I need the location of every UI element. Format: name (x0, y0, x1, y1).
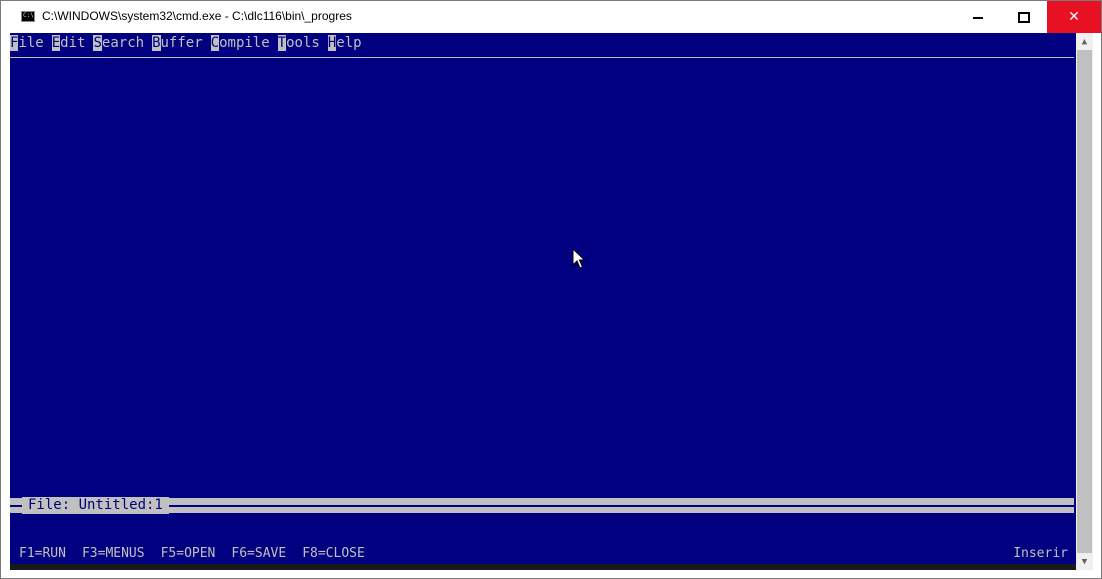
menu-edit[interactable]: Edit (51, 34, 86, 52)
close-button[interactable]: ✕ (1047, 1, 1101, 33)
function-key-bar: F1=RUN F3=MENUS F5=OPEN F6=SAVE F8=CLOSE (19, 546, 381, 561)
menu-tools[interactable]: Tools (277, 34, 320, 52)
menu-edit-label: dit (60, 35, 86, 51)
buffer-file-label: File: Untitled:1 (22, 497, 169, 514)
menu-buffer[interactable]: Buffer (152, 34, 203, 52)
title-bar[interactable]: C:\ C:\WINDOWS\system32\cmd.exe - C:\dlc… (1, 1, 1101, 33)
menu-buffer-hotkey: B (152, 35, 161, 51)
fkey-close[interactable]: F8=CLOSE (302, 546, 365, 561)
menu-compile[interactable]: Compile (210, 34, 270, 52)
menu-search[interactable]: Search (93, 34, 144, 52)
minimize-icon (973, 17, 983, 19)
menu-buffer-label: uffer (160, 35, 203, 51)
menu-compile-label: ompile (219, 35, 270, 51)
insert-mode-indicator: Inserir (1013, 546, 1068, 561)
menu-tools-label: ools (286, 35, 320, 51)
vertical-scrollbar[interactable]: ▲ ▼ (1076, 33, 1093, 570)
maximize-button[interactable] (1001, 1, 1047, 33)
menu-file-label: ile (18, 35, 44, 51)
menu-help-hotkey: H (327, 35, 337, 51)
console-window: C:\ C:\WINDOWS\system32\cmd.exe - C:\dlc… (0, 0, 1102, 579)
menu-search-hotkey: S (93, 35, 102, 51)
fkey-open[interactable]: F5=OPEN (161, 546, 216, 561)
maximize-icon (1018, 11, 1030, 23)
fkey-save[interactable]: F6=SAVE (231, 546, 286, 561)
menu-help-label: elp (336, 35, 362, 51)
menu-bar: File Edit Search Buffer Compile Tools He… (10, 34, 370, 52)
cmd-icon[interactable]: C:\ (21, 11, 35, 22)
scroll-up-icon[interactable]: ▲ (1076, 33, 1093, 50)
menu-search-label: earch (101, 35, 145, 51)
close-icon: ✕ (1068, 9, 1080, 25)
scroll-down-icon[interactable]: ▼ (1076, 553, 1093, 570)
menu-divider (10, 57, 1074, 58)
minimize-button[interactable] (955, 1, 1001, 33)
menu-compile-hotkey: C (210, 35, 220, 51)
menu-edit-hotkey: E (51, 35, 61, 51)
status-divider (10, 505, 1074, 507)
scroll-thumb[interactable] (1077, 50, 1092, 553)
menu-tools-hotkey: T (277, 35, 287, 51)
menu-help[interactable]: Help (327, 34, 362, 52)
menu-file[interactable]: File (10, 34, 44, 52)
fkey-menus[interactable]: F3=MENUS (82, 546, 145, 561)
editor-console[interactable]: File Edit Search Buffer Compile Tools He… (10, 33, 1076, 570)
fkey-run[interactable]: F1=RUN (19, 546, 66, 561)
mouse-pointer-icon (572, 248, 586, 269)
horizontal-scroll-area (10, 564, 1076, 570)
window-title: C:\WINDOWS\system32\cmd.exe - C:\dlc116\… (42, 9, 352, 23)
